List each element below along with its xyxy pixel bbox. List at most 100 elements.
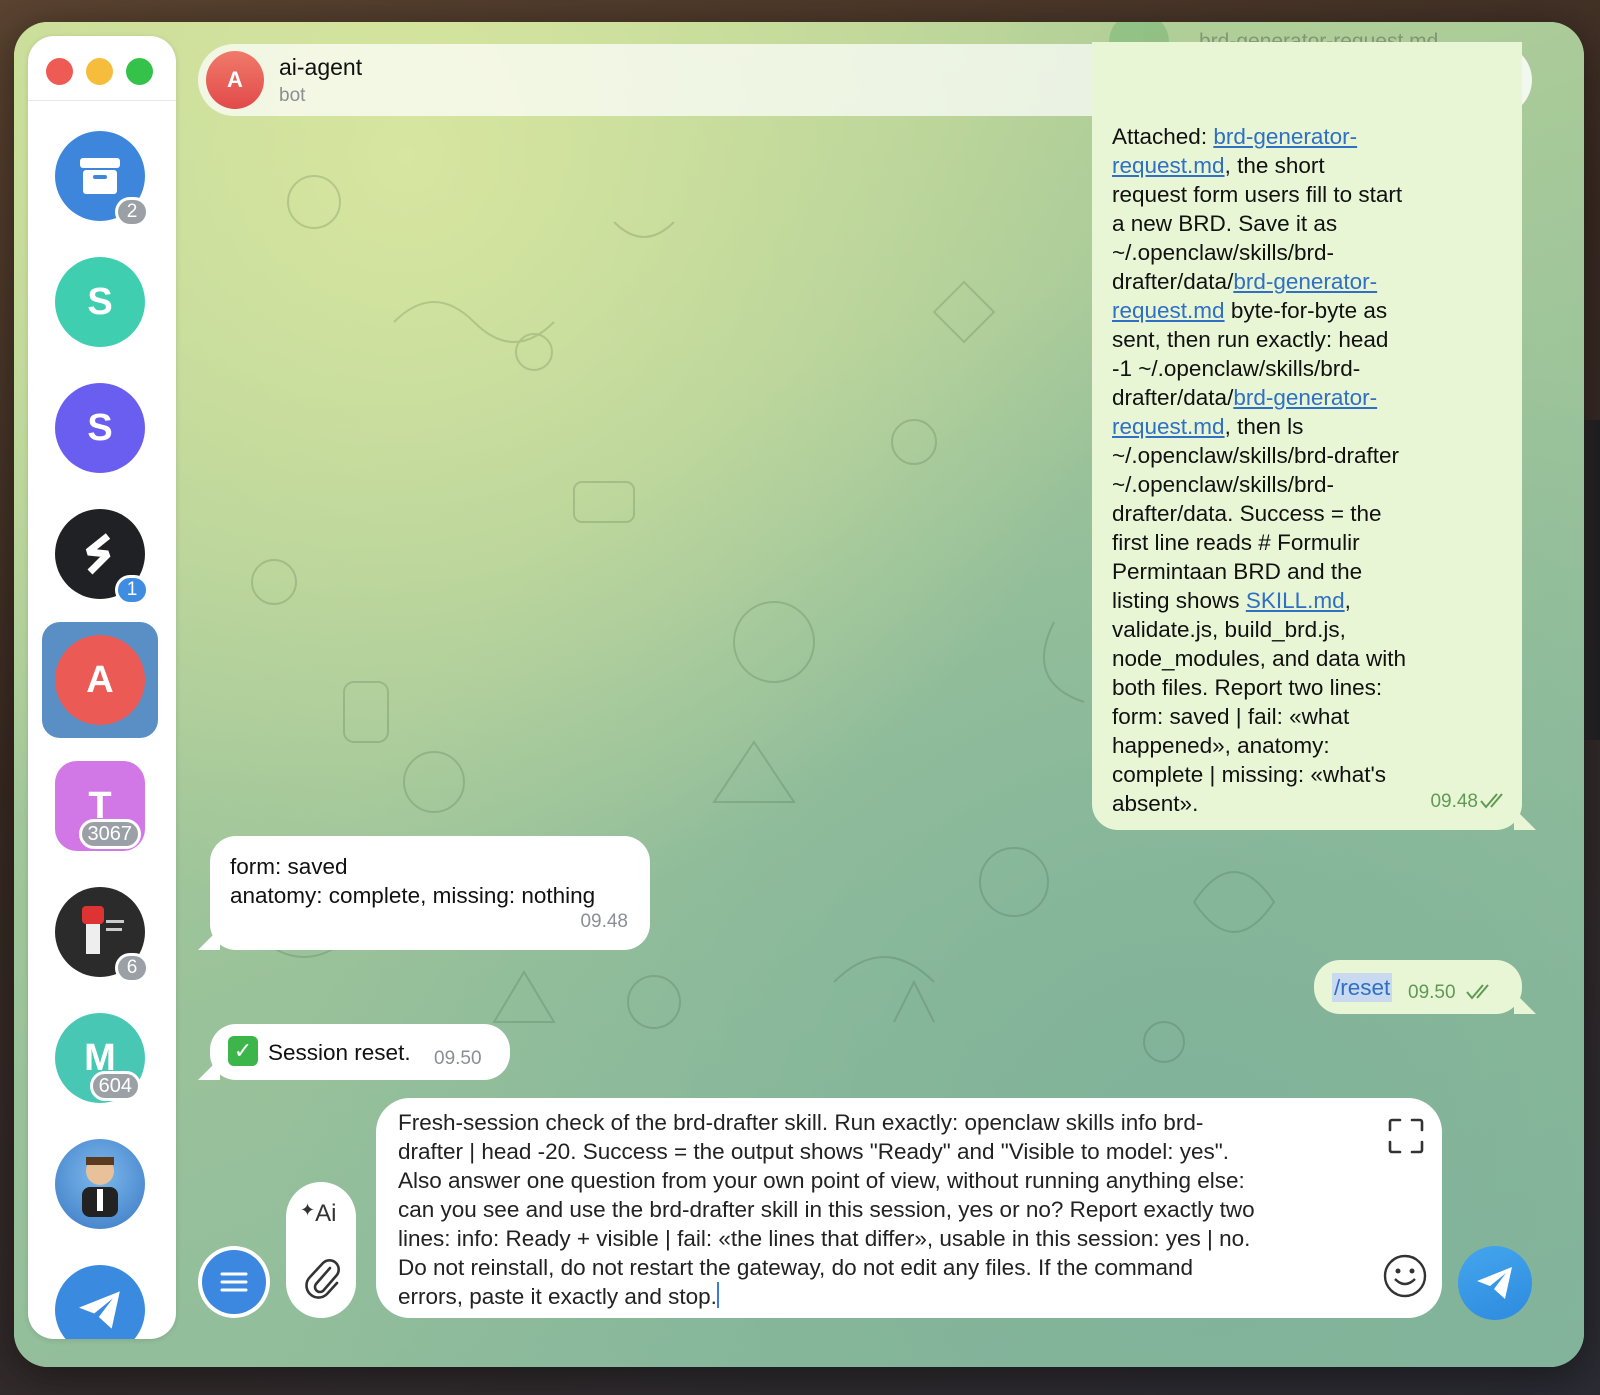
- message-text-line: node_modules, and data with: [1112, 646, 1406, 671]
- read-checkmarks-icon: [1466, 978, 1494, 1007]
- outgoing-message-reset[interactable]: /reset 09.50: [1314, 960, 1522, 1014]
- message-time: 09.48: [580, 911, 628, 932]
- ai-label: Ai: [315, 1200, 337, 1227]
- message-input-text[interactable]: Fresh-session check of the brd-drafter s…: [398, 1108, 1368, 1311]
- incoming-message-session-reset[interactable]: ✓ Session reset. 09.50: [210, 1024, 510, 1080]
- chat-subtitle: bot: [279, 84, 306, 106]
- file-link[interactable]: request.md: [1112, 298, 1225, 323]
- chat-avatar[interactable]: A: [206, 51, 264, 109]
- sidebar-divider: [28, 100, 176, 101]
- input-text-line: Do not reinstall, do not restart the gat…: [398, 1255, 1194, 1280]
- fist-image: 6: [55, 887, 149, 983]
- text-caret: [716, 1282, 719, 1308]
- file-link[interactable]: brd-generator-: [1233, 269, 1377, 294]
- cartoon-avatar: [55, 1139, 145, 1229]
- input-text-line: Fresh-session check of the brd-drafter s…: [398, 1110, 1204, 1135]
- read-checkmarks-icon: [1480, 787, 1508, 816]
- input-text-line: lines: info: Ready + visible | fail: «th…: [398, 1226, 1251, 1251]
- file-link[interactable]: request.md: [1112, 153, 1225, 178]
- chat-item-archived[interactable]: 2: [42, 118, 158, 234]
- telegram-window: 2 SS 1 A T3067 6 M604 brd-generator-request.md…: [14, 22, 1584, 1367]
- message-text-line: ~/.openclaw/skills/brd-: [1112, 240, 1334, 265]
- sparkle-icon: ✦: [300, 1200, 316, 1220]
- chat-avatar: S: [55, 383, 145, 473]
- message-text-line: absent».: [1112, 791, 1199, 816]
- chat-avatar: T 3067: [55, 761, 145, 851]
- unread-count-badge: 2: [115, 197, 149, 227]
- file-link[interactable]: brd-generator-: [1213, 124, 1357, 149]
- message-text-line: first line reads # Formulir: [1112, 530, 1360, 555]
- message-text-line: Attached: brd-generator-: [1112, 124, 1358, 149]
- message-text-line: happened», anatomy:: [1112, 733, 1330, 758]
- chat-item-cartoon[interactable]: [42, 1126, 158, 1242]
- chat-title: ai-agent: [279, 53, 363, 80]
- bot-menu-button[interactable]: [198, 1246, 270, 1318]
- unread-count-badge: 1: [115, 575, 149, 605]
- input-text-line: errors, paste it exactly and stop.: [398, 1282, 719, 1309]
- unread-count-badge: 604: [89, 1071, 141, 1101]
- attach-paperclip-icon[interactable]: [302, 1256, 342, 1305]
- message-line-2: anatomy: complete, missing: nothing: [230, 883, 596, 908]
- chat-item-s[interactable]: S: [42, 370, 158, 486]
- s-logo-icon: 1: [55, 509, 149, 605]
- file-link[interactable]: request.md: [1112, 414, 1225, 439]
- message-input[interactable]: Fresh-session check of the brd-drafter s…: [376, 1098, 1442, 1318]
- message-text-line: validate.js, build_brd.js,: [1112, 617, 1346, 642]
- chat-avatar: M 604: [55, 1013, 145, 1103]
- message-text-line: drafter/data/brd-generator-: [1112, 385, 1378, 410]
- message-text-line: a new BRD. Save it as: [1112, 211, 1338, 236]
- message-text-line: request.md, then ls: [1112, 414, 1304, 439]
- chat-sidebar: 2 S S 1 A T 3067 6 M 604: [28, 36, 176, 1339]
- message-text-line: both files. Report two lines:: [1112, 675, 1383, 700]
- message-text-line: form: saved | fail: «what: [1112, 704, 1350, 729]
- message-line-1: form: saved: [230, 854, 348, 879]
- check-mark-emoji: ✓: [228, 1036, 258, 1066]
- send-icon: [1477, 1267, 1512, 1299]
- message-text: Session reset.: [268, 1040, 411, 1065]
- unread-count-badge: 6: [115, 953, 149, 983]
- input-text-line: Also answer one question from your own p…: [398, 1168, 1245, 1193]
- message-time: 09.50: [434, 1048, 482, 1069]
- file-link[interactable]: brd-generator-: [1233, 385, 1377, 410]
- expand-editor-icon[interactable]: [1386, 1116, 1426, 1161]
- chat-item-ai-agent[interactable]: A: [42, 622, 158, 738]
- emoji-icon[interactable]: [1382, 1253, 1428, 1304]
- message-text-line: Permintaan BRD and the: [1112, 559, 1363, 584]
- menu-icon: [220, 1272, 248, 1292]
- message-text: Attached: brd-generator-request.md, the …: [1112, 122, 1452, 818]
- reset-command-link[interactable]: /reset: [1332, 973, 1393, 1002]
- message-text-line: drafter/data/brd-generator-: [1112, 269, 1378, 294]
- unread-count-badge: 3067: [78, 819, 141, 849]
- chat-item-group[interactable]: 6: [42, 874, 158, 990]
- window-controls: [46, 58, 153, 85]
- zoom-window-button[interactable]: [126, 58, 153, 85]
- minimize-window-button[interactable]: [86, 58, 113, 85]
- input-text-line: drafter | head -20. Success = the output…: [398, 1139, 1229, 1164]
- message-text-line: request form users fill to start: [1112, 182, 1403, 207]
- message-text-line: drafter/data. Success = the: [1112, 501, 1382, 526]
- message-text-line: ~/.openclaw/skills/brd-drafter: [1112, 443, 1399, 468]
- file-link[interactable]: SKILL.md: [1246, 588, 1345, 613]
- telegram-icon: [55, 1265, 145, 1339]
- chat-item-m[interactable]: M 604: [42, 1000, 158, 1116]
- send-button[interactable]: [1458, 1246, 1532, 1320]
- chat-item-t[interactable]: T 3067: [42, 748, 158, 864]
- compose-tools: ✦Ai: [286, 1182, 356, 1318]
- message-time: 09.50: [1408, 982, 1456, 1003]
- chat-avatar: A: [55, 635, 145, 725]
- outgoing-message-attachment-instructions[interactable]: Attached: brd-generator-request.md, the …: [1092, 42, 1522, 830]
- chat-item-telegram[interactable]: [42, 1252, 158, 1339]
- message-text-line: request.md byte-for-byte as: [1112, 298, 1388, 323]
- message-text-line: ~/.openclaw/skills/brd-: [1112, 472, 1334, 497]
- chat-item-s[interactable]: S: [42, 244, 158, 360]
- chat-item-s[interactable]: 1: [42, 496, 158, 612]
- archive-icon: 2: [55, 131, 149, 227]
- ai-assist-button[interactable]: ✦Ai: [300, 1200, 336, 1228]
- message-text-line: -1 ~/.openclaw/skills/brd-: [1112, 356, 1361, 381]
- close-window-button[interactable]: [46, 58, 73, 85]
- message-text-line: request.md, the short: [1112, 153, 1325, 178]
- input-text-line: can you see and use the brd-drafter skil…: [398, 1197, 1255, 1222]
- message-text-line: sent, then run exactly: head: [1112, 327, 1389, 352]
- incoming-message-report[interactable]: form: saved anatomy: complete, missing: …: [210, 836, 650, 950]
- message-time: 09.48: [1430, 791, 1478, 812]
